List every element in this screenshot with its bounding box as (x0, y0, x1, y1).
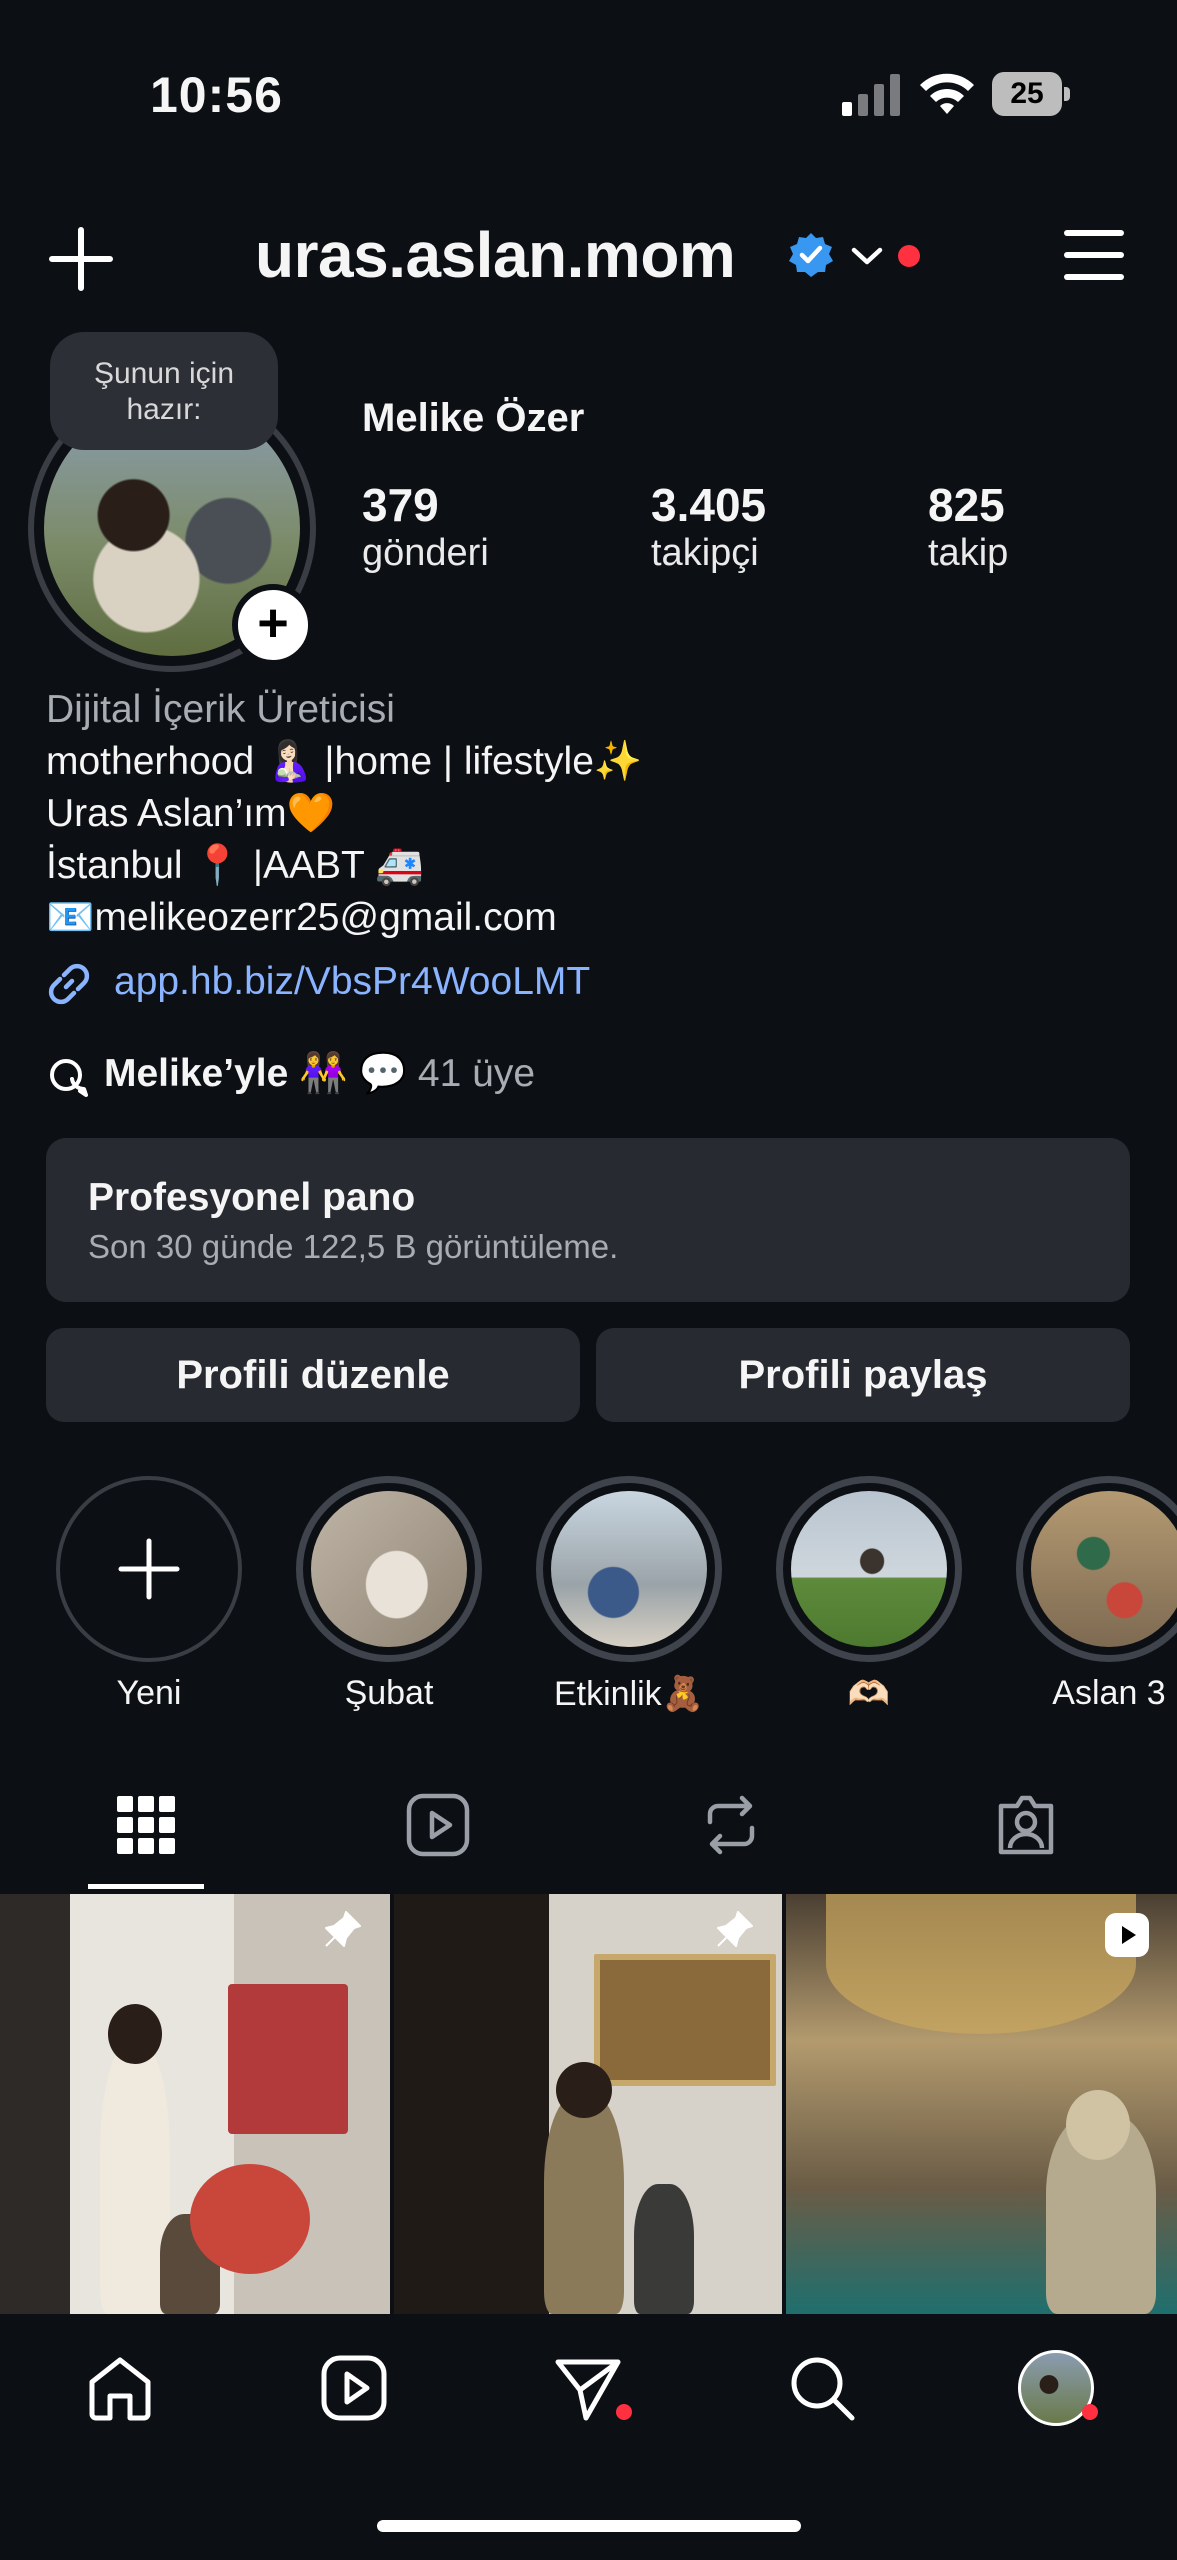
dashboard-subtitle: Son 30 günde 122,5 B görüntüleme. (88, 1228, 619, 1265)
highlight-label: Aslan 3 (1052, 1674, 1166, 1712)
stat-posts-label: gönderi (362, 532, 489, 574)
professional-dashboard[interactable] (46, 1138, 1130, 1302)
stat-following-label: takip (928, 532, 1009, 574)
stat-followers-value: 3.405 (651, 479, 767, 531)
add-story-icon[interactable]: + (232, 584, 314, 666)
tooltip-line-1: Şunun için (93, 357, 235, 390)
wifi-icon (920, 73, 974, 114)
bio-line: 📧melikeozerr25@gmail.com (46, 896, 557, 939)
home-indicator (377, 2520, 801, 2532)
home-icon[interactable] (84, 2352, 156, 2424)
stat-posts[interactable]: 379 gönderi (362, 478, 489, 575)
bio: Dijital İçerik Üreticisi motherhood 🤱🏻 |… (46, 684, 642, 944)
tooltip-line-2: hazır: (126, 393, 202, 426)
signal-icon (842, 72, 902, 116)
channel-name: Melike’yle 👭 💬 (104, 1052, 408, 1095)
stat-following-value: 825 (928, 479, 1005, 531)
channel-members: 41 üye (417, 1052, 536, 1095)
plus-icon (118, 1538, 180, 1600)
chevron-down-icon[interactable] (850, 244, 884, 268)
display-name: Melike Özer (362, 396, 585, 440)
menu-icon[interactable] (1064, 230, 1124, 280)
highlight-label: Şubat (344, 1674, 434, 1712)
plus-icon[interactable] (48, 226, 114, 292)
bio-category: Dijital İçerik Üreticisi (46, 688, 395, 731)
broadcast-channel[interactable]: Melike’yle 👭 💬 41 üye (46, 1050, 535, 1099)
profile-notification-dot (1082, 2404, 1098, 2420)
battery-icon: 25 (992, 72, 1070, 116)
highlight-cover (311, 1491, 467, 1647)
edit-profile-button[interactable]: Profili düzenle (46, 1328, 580, 1422)
bio-line: Uras Aslan’ım🧡 (46, 792, 336, 835)
grid-icon[interactable] (113, 1792, 179, 1858)
active-tab-indicator (88, 1884, 204, 1889)
status-time: 10:56 (150, 67, 283, 123)
reels-icon[interactable] (405, 1792, 471, 1858)
bio-link-text: app.hb.biz/VbsPr4WooLMT (114, 960, 591, 1003)
share-profile-button[interactable]: Profili paylaş (596, 1328, 1130, 1422)
post-thumbnail[interactable] (786, 1894, 1177, 2314)
bio-line: motherhood 🤱🏻 |home | lifestyle✨ (46, 740, 643, 783)
tagged-icon[interactable] (993, 1792, 1059, 1858)
highlight-label: Etkinlik🧸 (553, 1675, 705, 1713)
reposts-icon[interactable] (698, 1792, 764, 1858)
bio-link[interactable]: app.hb.biz/VbsPr4WooLMT (46, 960, 590, 1007)
highlight-label: 🫶🏻 (847, 1675, 891, 1713)
post-thumbnail[interactable] (394, 1894, 782, 2314)
bio-line: İstanbul 📍 |AABT 🚑 (46, 844, 424, 887)
verified-badge-icon (789, 233, 833, 277)
stat-posts-value: 379 (362, 479, 439, 531)
post-thumbnail[interactable] (0, 1894, 390, 2314)
pin-icon (325, 1911, 361, 1947)
direct-notification-dot (616, 2404, 632, 2420)
highlight-cover (791, 1491, 947, 1647)
link-icon (48, 963, 90, 1004)
notification-dot (898, 245, 920, 267)
dashboard-title: Profesyonel pano (88, 1176, 416, 1219)
username-title[interactable]: uras.aslan.mom (255, 218, 736, 292)
notes-tooltip[interactable]: Şunun için hazır: (50, 332, 278, 450)
battery-level: 25 (992, 72, 1062, 116)
reels-icon[interactable] (318, 2352, 390, 2424)
reel-indicator-icon (1105, 1913, 1149, 1957)
direct-icon[interactable] (552, 2352, 624, 2424)
highlight-cover (1031, 1491, 1177, 1647)
stat-followers-label: takipçi (651, 532, 759, 574)
channel-icon (50, 1058, 88, 1097)
highlight-label: Yeni (116, 1674, 182, 1712)
highlight-cover (551, 1491, 707, 1647)
pin-icon (717, 1911, 753, 1947)
search-icon[interactable] (786, 2352, 858, 2424)
stat-following[interactable]: 825 takip (928, 478, 1008, 575)
stat-followers[interactable]: 3.405 takipçi (651, 478, 766, 575)
